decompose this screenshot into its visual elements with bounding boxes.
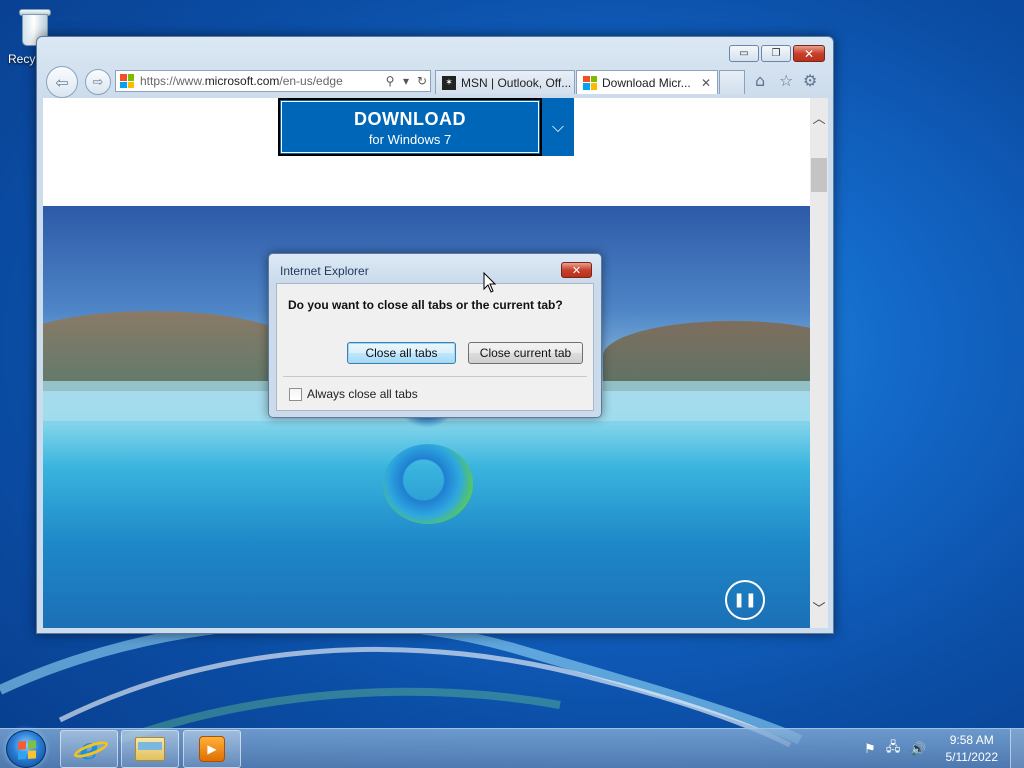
favorites-star-icon[interactable]: ☆	[779, 71, 793, 90]
dialog-question: Do you want to close all tabs or the cur…	[288, 298, 563, 312]
home-icon[interactable]: ⌂	[755, 71, 765, 90]
scrollbar-thumb[interactable]	[811, 158, 827, 192]
tab-close-icon[interactable]: ✕	[693, 76, 711, 90]
tab-msn[interactable]: ✶ MSN | Outlook, Off...	[435, 70, 575, 94]
download-options-chevron-icon[interactable]: ⌵	[542, 98, 574, 156]
tab-download-label: Download Micr...	[602, 75, 691, 90]
address-url[interactable]: https://www.microsoft.com/en-us/edge	[140, 74, 382, 88]
new-tab-button[interactable]	[719, 70, 745, 94]
tab-msn-label: MSN | Outlook, Off...	[461, 75, 572, 90]
forward-arrow-icon: ⇨	[92, 74, 104, 90]
media-player-icon: ▶	[199, 736, 225, 762]
window-caption-buttons: ▭ ❐ ✕	[729, 45, 825, 62]
msn-favicon-icon: ✶	[442, 75, 456, 90]
dialog-title: Internet Explorer	[280, 264, 369, 278]
clock-date: 5/11/2022	[945, 750, 999, 764]
system-tray: ⚑ 🖧 🔊 9:58 AM 5/11/2022	[859, 729, 1018, 768]
close-current-tab-button[interactable]: Close current tab	[468, 342, 583, 364]
always-close-all-tabs-option[interactable]: Always close all tabs	[289, 387, 418, 401]
microsoft-favicon-icon	[583, 75, 597, 90]
back-button[interactable]: ⇦	[46, 66, 78, 98]
show-desktop-button[interactable]	[1010, 729, 1024, 768]
taskbar-internet-explorer[interactable]: e	[60, 730, 118, 768]
download-title: DOWNLOAD	[354, 109, 466, 129]
address-bar[interactable]: https://www.microsoft.com/en-us/edge ⚲ ▾…	[115, 70, 431, 92]
dropdown-arrow-icon[interactable]: ▾	[398, 74, 414, 88]
pause-video-button[interactable]: ❚❚	[725, 580, 765, 620]
start-button[interactable]	[6, 730, 46, 768]
window-close-button[interactable]: ✕	[793, 45, 825, 62]
dialog-close-button[interactable]: ✕	[561, 262, 592, 278]
always-close-label: Always close all tabs	[307, 387, 418, 401]
scroll-up-icon[interactable]: ︿	[810, 108, 828, 127]
dialog-separator	[283, 376, 587, 377]
pause-icon: ❚❚	[733, 592, 757, 608]
minimize-button[interactable]: ▭	[729, 45, 759, 62]
search-icon[interactable]: ⚲	[382, 74, 398, 88]
microsoft-favicon-icon	[120, 74, 134, 88]
tab-download-edge[interactable]: Download Micr... ✕	[576, 70, 718, 94]
clock[interactable]: 9:58 AM 5/11/2022	[946, 732, 999, 766]
network-icon[interactable]: 🖧	[886, 738, 901, 760]
internet-explorer-icon: e	[72, 732, 111, 767]
folder-icon	[135, 737, 165, 761]
download-subtitle: for Windows 7	[368, 132, 452, 147]
action-center-flag-icon[interactable]: ⚑	[864, 742, 876, 757]
volume-icon[interactable]: 🔊	[910, 742, 926, 757]
vertical-scrollbar[interactable]: ︿ ﹀	[810, 98, 828, 628]
taskbar: e ▶ ⚑ 🖧 🔊 9:58 AM 5/11/2022	[0, 728, 1024, 768]
always-close-checkbox[interactable]	[289, 387, 302, 401]
download-edge-button[interactable]: DOWNLOAD for Windows 7	[278, 98, 542, 156]
close-tabs-dialog: Internet Explorer ✕ Do you want to close…	[268, 253, 602, 418]
scroll-down-icon[interactable]: ﹀	[810, 598, 828, 617]
restore-button[interactable]: ❐	[761, 45, 791, 62]
refresh-icon[interactable]: ↻	[414, 74, 430, 88]
dialog-body: Do you want to close all tabs or the cur…	[276, 283, 594, 411]
edge-logo-reflection-icon	[383, 444, 473, 524]
taskbar-media-player[interactable]: ▶	[183, 730, 241, 768]
taskbar-file-explorer[interactable]	[121, 730, 179, 768]
gear-icon[interactable]: ⚙	[803, 71, 817, 90]
windows-logo-icon	[18, 740, 36, 760]
back-arrow-icon: ⇦	[55, 72, 69, 92]
navigation-bar: ⇦ ⇨ https://www.microsoft.com/en-us/edge…	[43, 66, 827, 99]
hill-left	[43, 311, 303, 391]
close-all-tabs-button[interactable]: Close all tabs	[347, 342, 456, 364]
forward-button[interactable]: ⇨	[85, 69, 111, 95]
clock-time: 9:58 AM	[949, 733, 994, 747]
mouse-cursor-icon	[483, 272, 497, 293]
